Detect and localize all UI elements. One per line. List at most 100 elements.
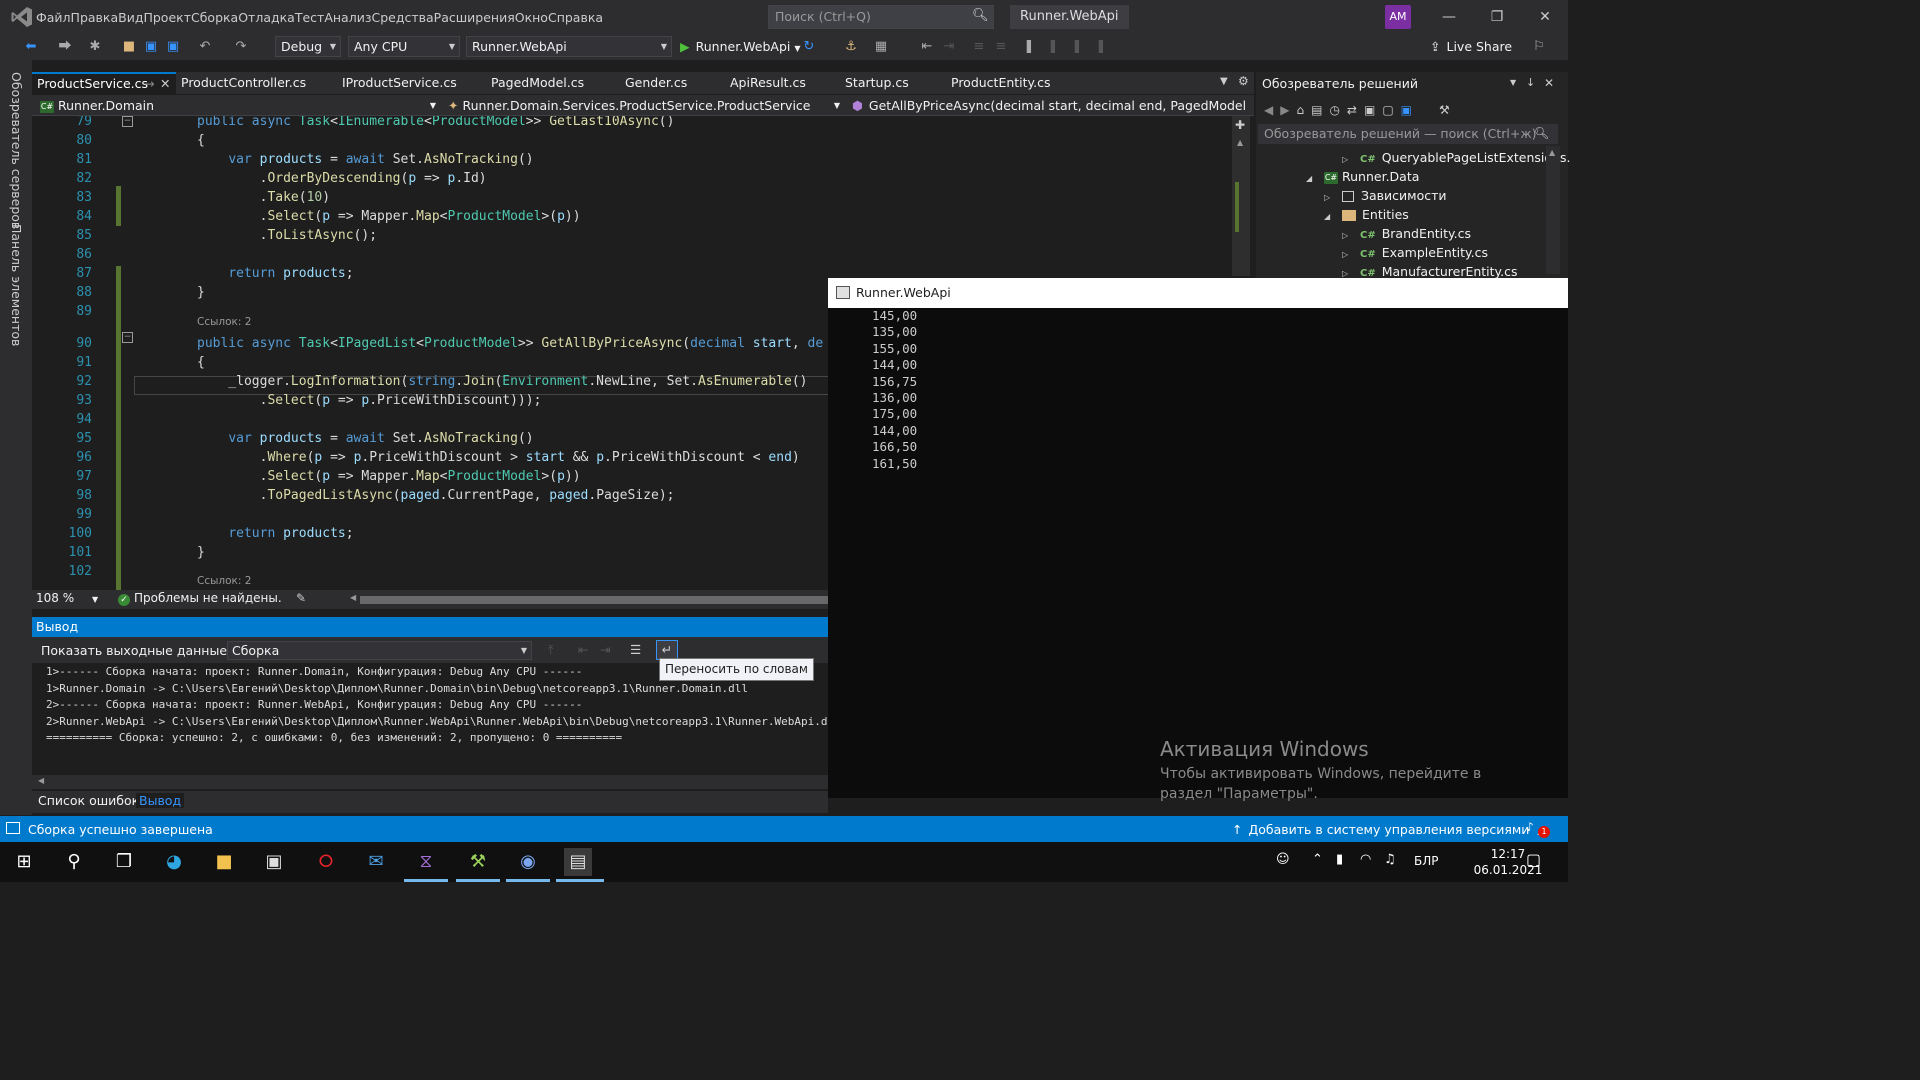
next-bookmark-icon[interactable]: ❚ <box>1068 38 1086 56</box>
forward-icon[interactable]: ⮕ <box>56 38 74 56</box>
menu-project[interactable]: Проект <box>143 10 191 25</box>
clear-bookmarks-icon[interactable]: ❚ <box>1092 38 1110 56</box>
collapse-all-icon[interactable]: ▣ <box>1364 103 1375 117</box>
toolbox-tab[interactable]: Панель элементов <box>9 224 24 346</box>
pin-icon[interactable]: → <box>144 74 154 94</box>
task-view-icon[interactable]: ❐ <box>110 848 138 876</box>
menu-debug[interactable]: Отладка <box>238 10 295 25</box>
type-dropdown[interactable]: ✦ Runner.Domain.Services.ProductService.P… <box>444 96 844 115</box>
tab-product-entity[interactable]: ProductEntity.cs <box>946 72 1051 94</box>
avatar[interactable]: AM <box>1385 5 1411 29</box>
code-lens-references[interactable]: Ссылок: 2 <box>197 575 251 589</box>
chevron-up-icon[interactable]: ⌃ <box>1312 852 1323 867</box>
mail-icon[interactable]: ✉ <box>362 848 390 876</box>
new-project-icon[interactable]: ✱ <box>86 38 104 56</box>
clear-all-icon[interactable]: ☰ <box>630 642 641 657</box>
server-explorer-tab[interactable]: Обозреватель серверов <box>9 72 24 229</box>
tree-item-entities[interactable]: ◢ Entities <box>1324 205 1409 224</box>
tab-paged-model[interactable]: PagedModel.cs <box>486 72 584 94</box>
menu-help[interactable]: Справка <box>548 10 603 25</box>
menu-edit[interactable]: Правка <box>71 10 119 25</box>
chevron-down-icon[interactable]: ▼ <box>1510 78 1516 87</box>
word-wrap-icon[interactable]: ↵ <box>656 640 678 660</box>
scroll-left-icon[interactable]: ◀ <box>350 593 356 602</box>
next-message-icon[interactable]: ⇥ <box>600 642 610 657</box>
scroll-up-icon[interactable]: ▲ <box>1549 148 1555 157</box>
tab-product-service[interactable]: ProductService.cs → ✕ <box>32 72 176 94</box>
problems-indicator[interactable]: ✓ Проблемы не найдены. <box>118 591 282 606</box>
menu-build[interactable]: Сборка <box>191 10 238 25</box>
undo-icon[interactable]: ↶ <box>196 38 214 56</box>
tree-item-dependencies[interactable]: ▷ Зависимости <box>1324 186 1447 205</box>
tool-icon[interactable]: ⚒ <box>464 848 492 876</box>
console-taskbar-icon[interactable]: ▤ <box>564 848 592 876</box>
scroll-left-icon[interactable]: ◀ <box>38 776 44 785</box>
open-folder-icon[interactable]: ■ <box>120 38 138 56</box>
comment-icon[interactable]: ≡ <box>970 38 988 56</box>
back-icon[interactable]: ◀ <box>1264 103 1273 117</box>
console-window[interactable] <box>828 278 1568 798</box>
preview-icon[interactable]: ▣ <box>1401 103 1412 117</box>
visual-studio-taskbar-icon[interactable]: ⧖ <box>412 848 440 876</box>
gear-icon[interactable]: ⚙ <box>1238 74 1249 88</box>
minimize-icon[interactable]: — <box>1426 0 1472 34</box>
feedback-icon[interactable]: ⚐ <box>1530 38 1548 56</box>
battery-icon[interactable]: ▮ <box>1336 852 1343 867</box>
tree-item-queryable[interactable]: ▷ C# QueryablePageListExtensions. <box>1342 148 1570 167</box>
people-icon[interactable]: ☺ <box>1276 852 1290 867</box>
wifi-icon[interactable]: ◠ <box>1360 852 1371 867</box>
prev-bookmark-icon[interactable]: ❚ <box>1044 38 1062 56</box>
tab-api-result[interactable]: ApiResult.cs <box>725 72 806 94</box>
redo-icon[interactable]: ↷ <box>232 38 250 56</box>
find-message-icon[interactable]: ⤒ <box>548 642 554 658</box>
save-all-icon[interactable]: ▣ <box>164 38 182 56</box>
menu-tools[interactable]: Средства <box>371 10 433 25</box>
collapse-icon[interactable]: − <box>122 116 133 127</box>
tree-item-runner-data[interactable]: ◢ C# Runner.Data <box>1306 167 1419 186</box>
back-icon[interactable]: ⬅ <box>22 38 40 56</box>
startup-project-combo[interactable]: Runner.WebApi ▼ <box>466 36 672 57</box>
edge-browser-icon[interactable]: ◕ <box>160 848 188 876</box>
solution-explorer-scrollbar[interactable]: ▲ <box>1546 146 1560 274</box>
sync-icon[interactable]: ⇄ <box>1347 103 1357 117</box>
pin-icon[interactable]: ↓ <box>1526 76 1535 89</box>
config-combo[interactable]: Debug ▼ <box>275 36 341 57</box>
editor-horizontal-scrollbar[interactable] <box>360 596 828 604</box>
output-horizontal-scrollbar[interactable]: ◀ <box>32 775 828 789</box>
close-tab-icon[interactable]: ✕ <box>160 74 170 94</box>
action-center-icon[interactable]: ▢ <box>1526 850 1541 869</box>
browser-link-icon[interactable]: ⚓ <box>842 38 860 56</box>
member-dropdown[interactable]: ⬢ GetAllByPriceAsync(decimal start, decim… <box>848 96 1252 132</box>
output-source-dropdown[interactable]: Сборка ▼ <box>227 641 532 660</box>
save-icon[interactable]: ▣ <box>142 38 160 56</box>
collapse-icon[interactable]: ◢ <box>1324 207 1334 226</box>
run-button[interactable]: ▶ Runner.WebApi ▼ <box>680 36 801 57</box>
zoom-level[interactable]: 108 % ▼ <box>36 591 98 605</box>
show-all-files-icon[interactable]: ▢ <box>1382 103 1393 117</box>
close-icon[interactable]: ✕ <box>1544 76 1554 90</box>
tab-error-list[interactable]: Список ошибок <box>38 793 139 808</box>
menu-window[interactable]: Окно <box>515 10 548 25</box>
menu-analyze[interactable]: Анализ <box>324 10 371 25</box>
search-icon[interactable]: 🔍︎ <box>972 8 989 23</box>
tab-product-controller[interactable]: ProductController.cs <box>176 72 306 94</box>
volume-icon[interactable]: ♫ <box>1384 852 1396 867</box>
chrome-browser-icon[interactable]: ◉ <box>514 848 542 876</box>
tab-list-icon[interactable]: ▼ <box>1220 76 1228 87</box>
editor-vertical-scrollbar[interactable]: ✚ ▲ <box>1232 116 1250 276</box>
live-share-button[interactable]: ⇪ Live Share <box>1430 36 1512 57</box>
menu-extensions[interactable]: Расширения <box>434 10 515 25</box>
search-icon[interactable]: 🔍︎ <box>1534 126 1549 140</box>
opera-browser-icon[interactable]: ⭘ <box>312 848 340 876</box>
search-box[interactable]: Поиск (Ctrl+Q) <box>768 5 994 29</box>
step-over-icon[interactable]: ⇥ <box>940 38 958 56</box>
bookmark-icon[interactable]: ❚ <box>1020 38 1038 56</box>
refresh-icon[interactable]: ↻ <box>800 38 818 56</box>
add-to-source-control-button[interactable]: ↑ Добавить в систему управления версиями … <box>1232 822 1544 837</box>
pending-changes-icon[interactable]: ◷ <box>1329 103 1339 117</box>
code-lens-references[interactable]: Ссылок: 2 <box>197 316 251 330</box>
tab-output[interactable]: Вывод <box>136 793 185 808</box>
tree-item-example-entity[interactable]: ▷ C# ExampleEntity.cs <box>1342 243 1488 262</box>
diagnostic-icon[interactable]: ▦ <box>872 38 890 56</box>
split-icon[interactable]: ✚ <box>1235 118 1245 132</box>
